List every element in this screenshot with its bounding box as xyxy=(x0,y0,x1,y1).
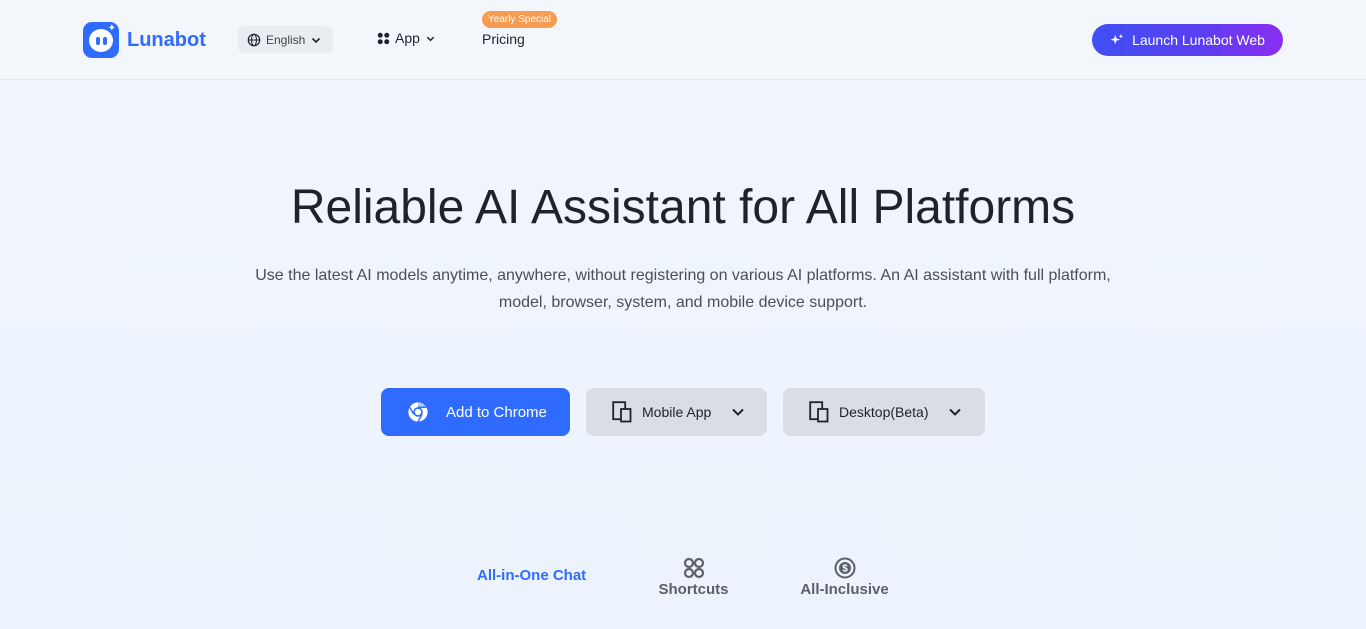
mobile-app-button[interactable]: Mobile App xyxy=(586,388,767,436)
desktop-beta-button[interactable]: Desktop(Beta) xyxy=(783,388,985,436)
tab-label: Shortcuts xyxy=(658,581,729,598)
yearly-special-badge: Yearly Special xyxy=(482,11,558,28)
devices-icon xyxy=(612,401,632,423)
language-label: English xyxy=(266,32,306,47)
add-to-chrome-label: Add to Chrome xyxy=(446,403,547,421)
chevron-down-icon xyxy=(732,408,744,416)
tab-shortcuts[interactable]: Shortcuts xyxy=(658,557,729,598)
launch-web-label: Launch Lunabot Web xyxy=(1132,32,1265,48)
nav-pricing-link[interactable]: Pricing xyxy=(482,31,525,47)
grid-icon xyxy=(683,557,704,579)
top-header: ✦ Lunabot English App Yearly Special Pri… xyxy=(0,0,1366,80)
add-to-chrome-button[interactable]: Add to Chrome xyxy=(381,388,570,436)
tab-all-in-one-chat[interactable]: All-in-One Chat xyxy=(477,567,586,584)
desktop-beta-label: Desktop(Beta) xyxy=(839,404,929,420)
nav-app-label: App xyxy=(395,30,420,46)
sparkle-icon xyxy=(1110,33,1124,45)
hero-title: Reliable AI Assistant for All Platforms xyxy=(290,181,1076,234)
tab-label: All-in-One Chat xyxy=(477,567,587,584)
brand-name: Lunabot xyxy=(127,28,206,51)
globe-icon xyxy=(247,33,261,46)
language-selector[interactable]: English xyxy=(238,26,333,53)
chrome-icon xyxy=(408,402,428,422)
tab-label: All-Inclusive xyxy=(800,581,889,598)
nav-app-menu[interactable]: App xyxy=(377,30,436,46)
mobile-app-label: Mobile App xyxy=(642,404,712,420)
lunabot-logo-icon: ✦ xyxy=(83,22,119,58)
app-grid-icon xyxy=(377,32,390,44)
chevron-down-icon xyxy=(949,408,962,416)
brand-logo[interactable]: ✦ Lunabot xyxy=(83,22,206,58)
launch-web-button[interactable]: Launch Lunabot Web xyxy=(1092,24,1283,56)
hero-subtitle: Use the latest AI models anytime, anywhe… xyxy=(255,267,1111,311)
chevron-down-icon xyxy=(312,37,321,43)
dollar-icon: $ xyxy=(834,557,855,579)
tab-all-inclusive[interactable]: $ All-Inclusive xyxy=(800,557,889,598)
devices-icon xyxy=(809,401,829,423)
svg-text:$: $ xyxy=(842,564,848,575)
chevron-down-icon xyxy=(426,36,435,41)
